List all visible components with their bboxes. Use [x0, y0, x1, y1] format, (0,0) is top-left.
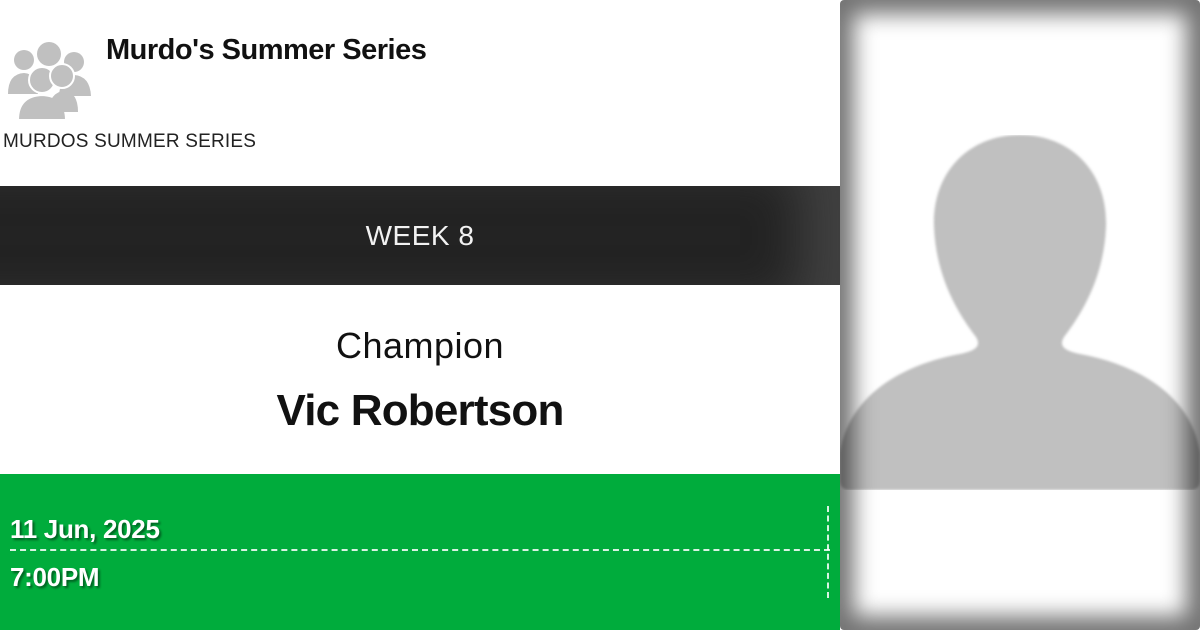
schedule-band: 11 Jun, 2025 7:00PM — [0, 474, 840, 630]
event-subtitle: MURDOS SUMMER SERIES — [3, 131, 257, 152]
group-users-icon — [8, 42, 91, 121]
event-header: Murdo's Summer Series MURDOS SUMMER SERI… — [0, 0, 840, 186]
week-label: WEEK 8 — [365, 219, 475, 251]
week-banner: WEEK 8 — [0, 186, 840, 285]
dashed-divider-vertical — [827, 506, 829, 598]
dashed-divider-horizontal — [10, 549, 830, 551]
champion-name: Vic Robertson — [276, 386, 564, 435]
event-time: 7:00PM — [10, 562, 100, 592]
champion-label: Champion — [335, 325, 505, 366]
photo-vignette-frame — [840, 0, 1200, 630]
event-title: Murdo's Summer Series — [106, 34, 427, 66]
event-date: 11 Jun, 2025 — [10, 514, 160, 544]
event-card: Murdo's Summer Series MURDOS SUMMER SERI… — [0, 0, 840, 630]
champion-photo — [840, 0, 1200, 630]
champion-section: Champion Vic Robertson — [0, 285, 840, 474]
